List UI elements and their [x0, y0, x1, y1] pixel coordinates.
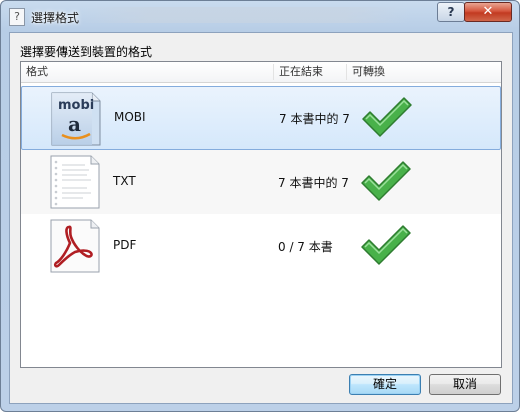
progress-text: 7 本書中的 7 — [279, 112, 350, 126]
window-title: 選擇格式 — [31, 11, 80, 25]
list-header: 格式 正在結束 可轉換 — [21, 62, 501, 83]
check-icon — [361, 161, 411, 201]
column-header-convertible[interactable]: 可轉換 — [347, 62, 501, 82]
progress-text: 7 本書中的 7 — [278, 176, 349, 190]
mobi-file-icon: mobi a — [51, 92, 101, 146]
dialog-window: ? 選擇格式 ? ✕ 選擇要傳送到裝置的格式 格式 正在結束 可轉換 mobi … — [0, 0, 520, 412]
dialog-body: 選擇要傳送到裝置的格式 格式 正在結束 可轉換 mobi a MOBI 7 本書… — [9, 32, 513, 404]
list-item-txt[interactable]: TXT 7 本書中的 7 — [21, 150, 501, 214]
cancel-button[interactable]: 取消 — [429, 374, 501, 395]
check-icon — [362, 97, 412, 137]
format-name: TXT — [113, 174, 136, 188]
mobi-icon-text: mobi — [58, 98, 94, 113]
prompt-label: 選擇要傳送到裝置的格式 — [20, 45, 153, 59]
app-icon: ? — [9, 8, 25, 26]
pdf-file-icon — [50, 219, 100, 273]
title-bar-glass — [81, 7, 411, 23]
close-button[interactable]: ✕ — [464, 2, 512, 22]
ok-button[interactable]: 確定 — [349, 374, 421, 395]
mobi-icon-letter: a — [68, 112, 81, 136]
title-bar[interactable]: ? 選擇格式 ? ✕ — [1, 1, 519, 33]
progress-text: 0 / 7 本書 — [278, 240, 333, 254]
help-button[interactable]: ? — [437, 2, 465, 22]
format-list[interactable]: 格式 正在結束 可轉換 mobi a MOBI 7 本書中的 7 TXT 7 本… — [20, 61, 502, 368]
check-icon — [361, 225, 411, 265]
column-header-format[interactable]: 格式 — [21, 62, 273, 82]
format-name: MOBI — [114, 110, 146, 124]
txt-file-icon — [50, 155, 100, 209]
format-name: PDF — [113, 238, 137, 252]
list-item-mobi[interactable]: mobi a MOBI 7 本書中的 7 — [21, 86, 501, 150]
column-header-progress[interactable]: 正在結束 — [274, 62, 346, 82]
list-item-pdf[interactable]: PDF 0 / 7 本書 — [21, 214, 501, 278]
